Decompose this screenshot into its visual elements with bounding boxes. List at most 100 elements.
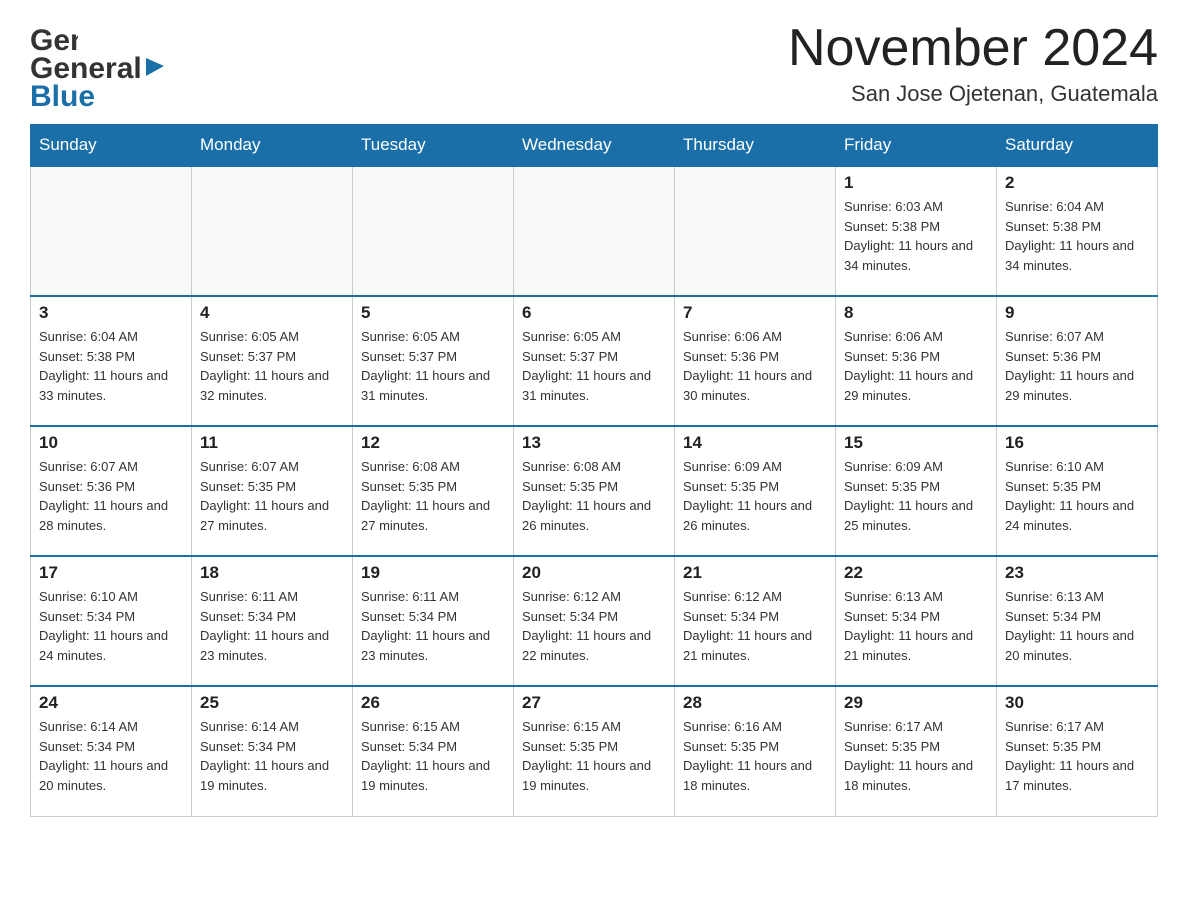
day-info: Sunrise: 6:04 AMSunset: 5:38 PMDaylight:… <box>1005 197 1149 275</box>
table-row: 5Sunrise: 6:05 AMSunset: 5:37 PMDaylight… <box>353 296 514 426</box>
table-row <box>31 166 192 296</box>
day-number: 26 <box>361 693 505 713</box>
day-number: 9 <box>1005 303 1149 323</box>
day-number: 13 <box>522 433 666 453</box>
logo-blue-text: Blue <box>30 80 95 114</box>
day-number: 22 <box>844 563 988 583</box>
table-row: 28Sunrise: 6:16 AMSunset: 5:35 PMDayligh… <box>675 686 836 816</box>
day-number: 27 <box>522 693 666 713</box>
day-number: 30 <box>1005 693 1149 713</box>
day-number: 5 <box>361 303 505 323</box>
day-info: Sunrise: 6:12 AMSunset: 5:34 PMDaylight:… <box>522 587 666 665</box>
table-row: 12 Sunrise: 6:08 AMSunset: 5:35 PMDayligh… <box>353 426 514 556</box>
table-row: 3 Sunrise: 6:04 AMSunset: 5:38 PMDaylight… <box>31 296 192 426</box>
day-info: Sunrise: 6:06 AMSunset: 5:36 PMDaylight:… <box>844 327 988 405</box>
table-row: 13 Sunrise: 6:08 AMSunset: 5:35 PMDayligh… <box>514 426 675 556</box>
table-row: 19 Sunrise: 6:11 AMSunset: 5:34 PMDayligh… <box>353 556 514 686</box>
day-info: Sunrise: 6:17 AMSunset: 5:35 PMDaylight:… <box>1005 717 1149 795</box>
day-info: Sunrise: 6:05 AMSunset: 5:37 PMDaylight:… <box>522 327 666 405</box>
table-row: 24Sunrise: 6:14 AMSunset: 5:34 PMDayligh… <box>31 686 192 816</box>
calendar-week-row: 1 Sunrise: 6:03 AMSunset: 5:38 PMDaylight… <box>31 166 1158 296</box>
day-info: Sunrise: 6:07 AMSunset: 5:35 PMDaylight:… <box>200 457 344 535</box>
table-row <box>192 166 353 296</box>
day-number: 10 <box>39 433 183 453</box>
col-tuesday: Tuesday <box>353 125 514 167</box>
table-row: 8 Sunrise: 6:06 AMSunset: 5:36 PMDaylight… <box>836 296 997 426</box>
day-info: Sunrise: 6:03 AMSunset: 5:38 PMDaylight:… <box>844 197 988 275</box>
day-number: 4 <box>200 303 344 323</box>
table-row <box>514 166 675 296</box>
day-number: 17 <box>39 563 183 583</box>
day-number: 7 <box>683 303 827 323</box>
day-number: 28 <box>683 693 827 713</box>
day-info: Sunrise: 6:10 AMSunset: 5:35 PMDaylight:… <box>1005 457 1149 535</box>
logo: General General Blue <box>30 20 166 114</box>
title-section: November 2024 San Jose Ojetenan, Guatema… <box>788 20 1158 107</box>
table-row: 9 Sunrise: 6:07 AMSunset: 5:36 PMDaylight… <box>997 296 1158 426</box>
day-info: Sunrise: 6:11 AMSunset: 5:34 PMDaylight:… <box>200 587 344 665</box>
col-monday: Monday <box>192 125 353 167</box>
day-info: Sunrise: 6:17 AMSunset: 5:35 PMDaylight:… <box>844 717 988 795</box>
day-info: Sunrise: 6:08 AMSunset: 5:35 PMDaylight:… <box>522 457 666 535</box>
table-row: 27 Sunrise: 6:15 AMSunset: 5:35 PMDayligh… <box>514 686 675 816</box>
table-row: 17 Sunrise: 6:10 AMSunset: 5:34 PMDayligh… <box>31 556 192 686</box>
day-number: 29 <box>844 693 988 713</box>
table-row: 14 Sunrise: 6:09 AMSunset: 5:35 PMDayligh… <box>675 426 836 556</box>
day-number: 6 <box>522 303 666 323</box>
day-info: Sunrise: 6:08 AMSunset: 5:35 PMDaylight:… <box>361 457 505 535</box>
calendar-week-row: 17 Sunrise: 6:10 AMSunset: 5:34 PMDayligh… <box>31 556 1158 686</box>
col-saturday: Saturday <box>997 125 1158 167</box>
main-title: November 2024 <box>788 20 1158 77</box>
day-info: Sunrise: 6:15 AMSunset: 5:34 PMDaylight:… <box>361 717 505 795</box>
day-info: Sunrise: 6:13 AMSunset: 5:34 PMDaylight:… <box>1005 587 1149 665</box>
day-number: 25 <box>200 693 344 713</box>
col-wednesday: Wednesday <box>514 125 675 167</box>
table-row: 20 Sunrise: 6:12 AMSunset: 5:34 PMDayligh… <box>514 556 675 686</box>
day-info: Sunrise: 6:05 AMSunset: 5:37 PMDaylight:… <box>200 327 344 405</box>
day-number: 11 <box>200 433 344 453</box>
day-number: 15 <box>844 433 988 453</box>
table-row: 4 Sunrise: 6:05 AMSunset: 5:37 PMDaylight… <box>192 296 353 426</box>
day-number: 16 <box>1005 433 1149 453</box>
day-number: 21 <box>683 563 827 583</box>
day-info: Sunrise: 6:09 AMSunset: 5:35 PMDaylight:… <box>683 457 827 535</box>
day-info: Sunrise: 6:13 AMSunset: 5:34 PMDaylight:… <box>844 587 988 665</box>
day-number: 12 <box>361 433 505 453</box>
day-number: 3 <box>39 303 183 323</box>
day-number: 24 <box>39 693 183 713</box>
calendar-week-row: 24Sunrise: 6:14 AMSunset: 5:34 PMDayligh… <box>31 686 1158 816</box>
day-info: Sunrise: 6:04 AMSunset: 5:38 PMDaylight:… <box>39 327 183 405</box>
day-number: 20 <box>522 563 666 583</box>
calendar-table: Sunday Monday Tuesday Wednesday Thursday… <box>30 124 1158 817</box>
page-header: General General Blue November 2024 San J… <box>30 20 1158 114</box>
day-number: 1 <box>844 173 988 193</box>
day-info: Sunrise: 6:09 AMSunset: 5:35 PMDaylight:… <box>844 457 988 535</box>
table-row: 23 Sunrise: 6:13 AMSunset: 5:34 PMDayligh… <box>997 556 1158 686</box>
day-number: 23 <box>1005 563 1149 583</box>
table-row: 16 Sunrise: 6:10 AMSunset: 5:35 PMDayligh… <box>997 426 1158 556</box>
table-row: 15 Sunrise: 6:09 AMSunset: 5:35 PMDayligh… <box>836 426 997 556</box>
table-row: 25Sunrise: 6:14 AMSunset: 5:34 PMDayligh… <box>192 686 353 816</box>
day-info: Sunrise: 6:11 AMSunset: 5:34 PMDaylight:… <box>361 587 505 665</box>
table-row: 10 Sunrise: 6:07 AMSunset: 5:36 PMDayligh… <box>31 426 192 556</box>
table-row: 1 Sunrise: 6:03 AMSunset: 5:38 PMDaylight… <box>836 166 997 296</box>
day-number: 14 <box>683 433 827 453</box>
table-row: 7 Sunrise: 6:06 AMSunset: 5:36 PMDaylight… <box>675 296 836 426</box>
calendar-week-row: 10 Sunrise: 6:07 AMSunset: 5:36 PMDayligh… <box>31 426 1158 556</box>
day-number: 19 <box>361 563 505 583</box>
day-number: 8 <box>844 303 988 323</box>
table-row <box>353 166 514 296</box>
day-info: Sunrise: 6:07 AMSunset: 5:36 PMDaylight:… <box>1005 327 1149 405</box>
table-row <box>675 166 836 296</box>
day-info: Sunrise: 6:15 AMSunset: 5:35 PMDaylight:… <box>522 717 666 795</box>
day-info: Sunrise: 6:07 AMSunset: 5:36 PMDaylight:… <box>39 457 183 535</box>
day-info: Sunrise: 6:10 AMSunset: 5:34 PMDaylight:… <box>39 587 183 665</box>
day-number: 18 <box>200 563 344 583</box>
calendar-week-row: 3 Sunrise: 6:04 AMSunset: 5:38 PMDaylight… <box>31 296 1158 426</box>
subtitle: San Jose Ojetenan, Guatemala <box>788 81 1158 107</box>
table-row: 18 Sunrise: 6:11 AMSunset: 5:34 PMDayligh… <box>192 556 353 686</box>
table-row: 30 Sunrise: 6:17 AMSunset: 5:35 PMDayligh… <box>997 686 1158 816</box>
logo-triangle-icon <box>144 56 166 78</box>
table-row: 22 Sunrise: 6:13 AMSunset: 5:34 PMDayligh… <box>836 556 997 686</box>
day-info: Sunrise: 6:06 AMSunset: 5:36 PMDaylight:… <box>683 327 827 405</box>
